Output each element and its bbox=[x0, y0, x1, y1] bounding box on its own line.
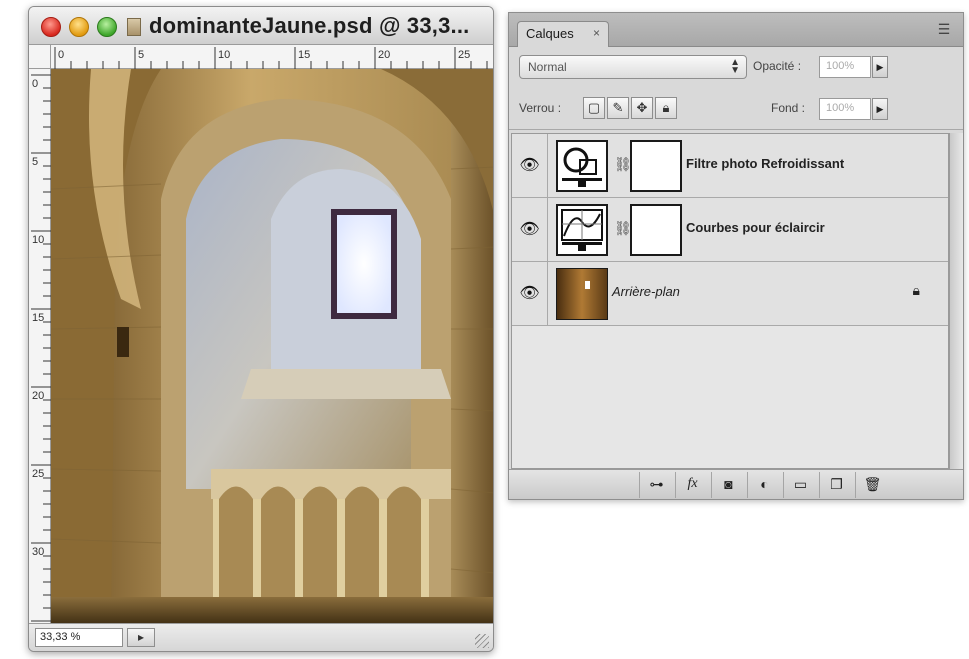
layer-name[interactable]: Courbes pour éclaircir bbox=[686, 220, 825, 235]
opacity-field[interactable]: 100% bbox=[819, 56, 871, 78]
image-canvas[interactable] bbox=[51, 69, 493, 625]
ruler-label: 5 bbox=[32, 156, 38, 168]
lock-transparency-button[interactable]: ▢ bbox=[583, 97, 605, 119]
curves-adjustment-icon[interactable] bbox=[556, 204, 608, 256]
lock-icon: 🔒︎ bbox=[912, 282, 920, 298]
lock-all-button[interactable]: 🔒︎ bbox=[655, 97, 677, 119]
photo-filter-adjustment-icon[interactable] bbox=[556, 140, 608, 192]
ruler-label: 0 bbox=[58, 49, 64, 61]
fill-field[interactable]: 100% bbox=[819, 98, 871, 120]
link-layers-icon[interactable]: ⊶ bbox=[639, 472, 673, 498]
layer-row-curves[interactable]: 👁︎ ⛓︎ Courbes pour éclaircir bbox=[512, 198, 948, 262]
mask-link-icon[interactable]: ⛓︎ bbox=[614, 220, 632, 242]
document-proxy-icon[interactable] bbox=[127, 18, 141, 36]
tab-layers-label: Calques bbox=[526, 26, 574, 41]
eye-icon[interactable]: 👁︎ bbox=[512, 134, 548, 197]
blend-mode-value: Normal bbox=[528, 60, 567, 74]
resize-grip-icon[interactable] bbox=[475, 634, 489, 648]
add-mask-icon[interactable]: ◙ bbox=[711, 472, 745, 498]
layer-mask-thumbnail[interactable] bbox=[630, 140, 682, 192]
layers-list: 👁︎ ⛓︎ Filtre photo Refroidissant 👁︎ ⛓︎ C… bbox=[511, 133, 949, 469]
document-statusbar: 33,33 % ▸ bbox=[29, 623, 493, 651]
fill-label: Fond : bbox=[771, 101, 806, 115]
ruler-label: 10 bbox=[218, 49, 230, 61]
horizontal-ruler[interactable]: 0 5 10 15 20 25 bbox=[51, 45, 493, 69]
new-group-icon[interactable]: ▭ bbox=[783, 472, 817, 498]
mask-link-icon[interactable]: ⛓︎ bbox=[614, 156, 632, 178]
layers-scrollbar[interactable] bbox=[949, 133, 963, 469]
ruler-label: 25 bbox=[458, 49, 470, 61]
ruler-label: 20 bbox=[378, 49, 390, 61]
panel-tabbar: Calques × ☰ bbox=[509, 13, 963, 47]
ruler-label: 25 bbox=[32, 468, 44, 480]
zoom-level-field[interactable]: 33,33 % bbox=[35, 628, 123, 647]
new-layer-icon[interactable]: ❐ bbox=[819, 472, 853, 498]
tab-close-icon[interactable]: × bbox=[593, 26, 600, 40]
lock-label: Verrou : bbox=[519, 101, 562, 115]
ruler-label: 5 bbox=[138, 49, 144, 61]
layer-name[interactable]: Filtre photo Refroidissant bbox=[686, 156, 844, 171]
lock-position-button[interactable]: ✥ bbox=[631, 97, 653, 119]
opacity-label: Opacité : bbox=[753, 59, 802, 73]
vertical-ruler[interactable]: 05101520253035 bbox=[29, 69, 51, 625]
document-titlebar[interactable]: dominanteJaune.psd @ 33,3... bbox=[29, 7, 493, 45]
layer-mask-thumbnail[interactable] bbox=[630, 204, 682, 256]
ruler-label: 0 bbox=[32, 78, 38, 90]
panel-divider bbox=[509, 129, 963, 130]
zoom-window-button[interactable] bbox=[97, 17, 117, 37]
blend-mode-select[interactable]: Normal ▲ ▼ bbox=[519, 55, 747, 79]
layers-panel-footer: ⊶ fx ◙ ◐ ▭ ❐ 🗑︎ bbox=[509, 469, 963, 499]
fill-slider-button[interactable]: ▶ bbox=[872, 98, 888, 120]
ruler-label: 15 bbox=[298, 49, 310, 61]
ruler-label: 15 bbox=[32, 312, 44, 324]
delete-layer-icon[interactable]: 🗑︎ bbox=[855, 472, 889, 498]
background-layer-thumbnail[interactable] bbox=[556, 268, 608, 320]
ruler-origin[interactable] bbox=[29, 45, 51, 69]
ruler-label: 30 bbox=[32, 546, 44, 558]
layer-style-icon[interactable]: fx bbox=[675, 472, 709, 498]
opacity-slider-button[interactable]: ▶ bbox=[872, 56, 888, 78]
layer-row-background[interactable]: 👁︎ Arrière-plan 🔒︎ bbox=[512, 262, 948, 326]
lock-pixels-button[interactable]: ✎ bbox=[607, 97, 629, 119]
eye-icon[interactable]: 👁︎ bbox=[512, 262, 548, 325]
panel-menu-icon[interactable]: ☰ bbox=[933, 21, 955, 39]
ruler-label: 10 bbox=[32, 234, 44, 246]
close-window-button[interactable] bbox=[41, 17, 61, 37]
eye-icon[interactable]: 👁︎ bbox=[512, 198, 548, 261]
select-arrows-icon: ▲ ▼ bbox=[730, 57, 740, 76]
ruler-label: 20 bbox=[32, 390, 44, 402]
minimize-window-button[interactable] bbox=[69, 17, 89, 37]
status-menu-button[interactable]: ▸ bbox=[127, 628, 155, 647]
layer-row-photo-filter[interactable]: 👁︎ ⛓︎ Filtre photo Refroidissant bbox=[512, 134, 948, 198]
layers-panel: Calques × ☰ Normal ▲ ▼ Opacité : 100% ▶ V… bbox=[508, 12, 964, 500]
new-adjustment-layer-icon[interactable]: ◐ bbox=[747, 472, 781, 498]
tab-layers[interactable]: Calques × bbox=[517, 21, 609, 47]
church-interior-photo bbox=[51, 69, 493, 625]
document-title: dominanteJaune.psd @ 33,3... bbox=[149, 13, 470, 38]
layer-name[interactable]: Arrière-plan bbox=[612, 284, 680, 299]
document-window: dominanteJaune.psd @ 33,3... 0 5 10 15 20 25 … bbox=[28, 6, 494, 652]
